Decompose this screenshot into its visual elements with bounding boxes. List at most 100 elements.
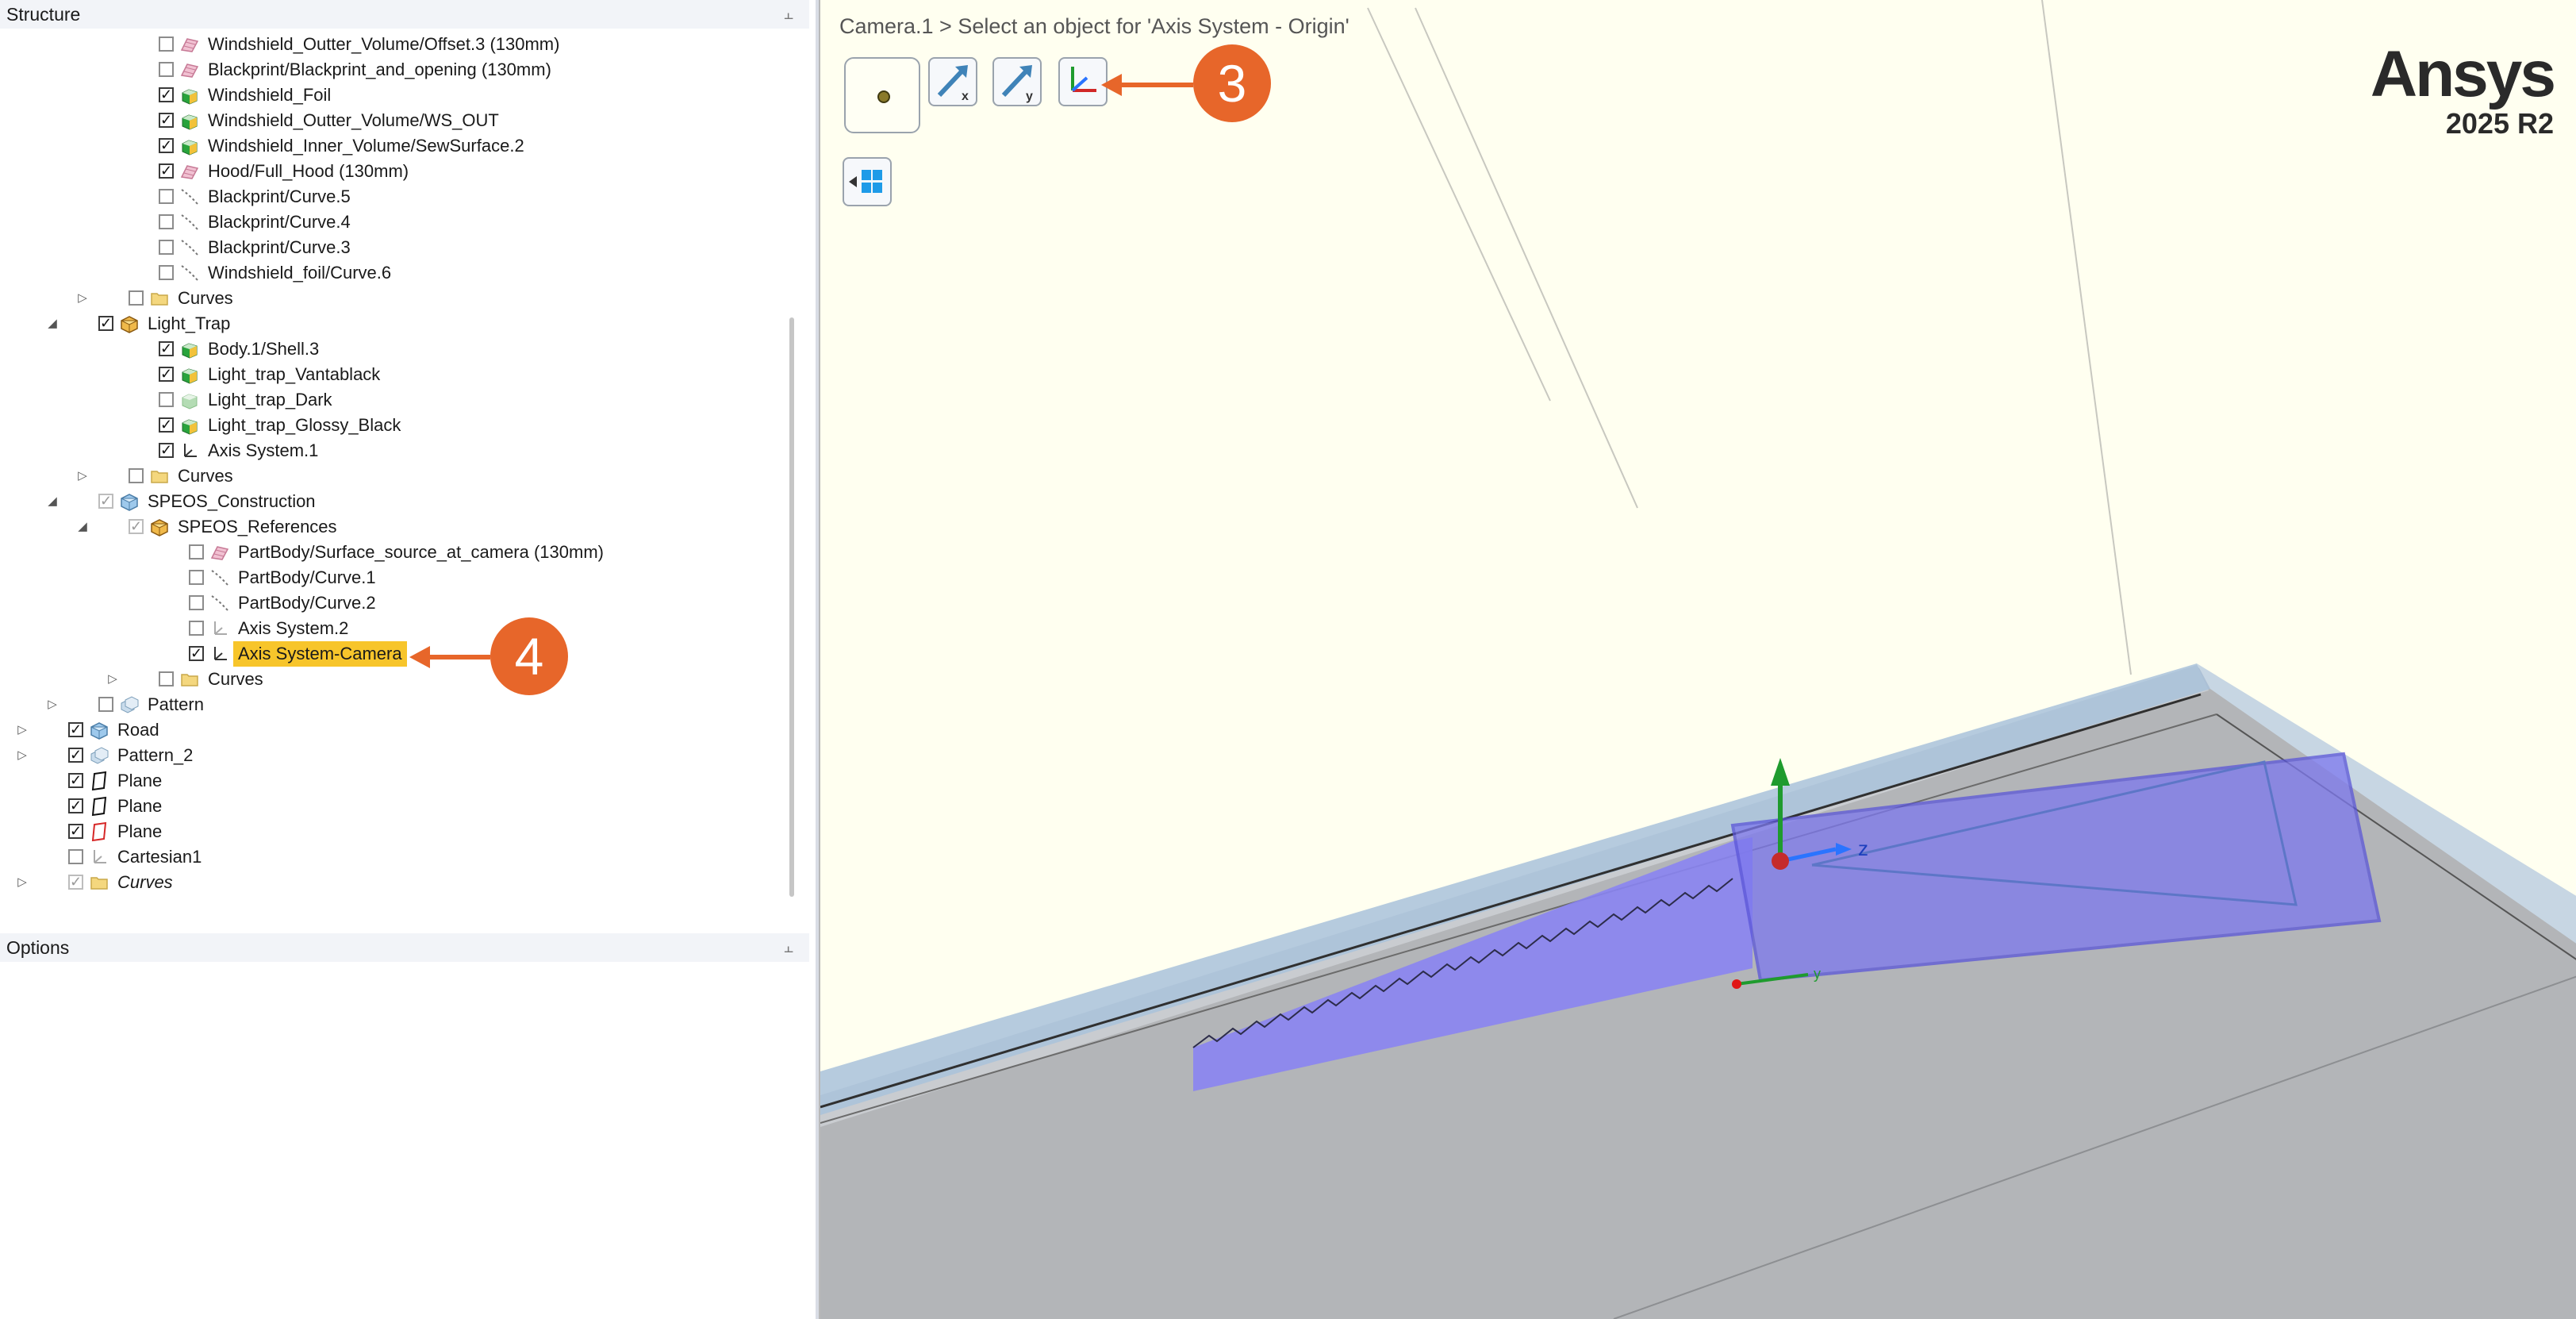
component-icon — [149, 517, 170, 537]
visibility-checkbox[interactable]: ✓ — [68, 824, 83, 839]
visibility-checkbox[interactable]: ✓ — [189, 646, 204, 661]
construction-line — [1367, 7, 1551, 402]
axis-system-tool-button[interactable] — [1058, 57, 1108, 106]
visibility-checkbox[interactable]: ✓ — [68, 875, 83, 890]
visibility-checkbox[interactable]: ✓ — [68, 773, 83, 788]
tree-row[interactable]: ✓ Light_trap_Glossy_Black — [0, 413, 777, 438]
tree-row[interactable]: ✓ Windshield_Outter_Volume/WS_OUT — [0, 108, 777, 133]
tree-row[interactable]: ▷ ✓ Road — [0, 717, 777, 743]
camera-origin-point[interactable] — [1732, 979, 1741, 989]
tree-row[interactable]: Light_trap_Dark — [0, 387, 777, 413]
tree-row[interactable]: ▷ Curves — [0, 667, 777, 692]
visibility-checkbox[interactable] — [159, 240, 174, 255]
pin-icon[interactable]: ⫠ — [784, 0, 793, 29]
visibility-checkbox[interactable] — [159, 265, 174, 280]
visibility-checkbox[interactable] — [129, 290, 144, 306]
visibility-checkbox[interactable]: ✓ — [68, 748, 83, 763]
visibility-checkbox[interactable] — [189, 595, 204, 610]
tree-row[interactable]: Axis System.2 — [0, 616, 777, 641]
visibility-checkbox[interactable]: ✓ — [159, 367, 174, 382]
tree-item-label: PartBody/Curve.1 — [238, 567, 376, 587]
expand-arrow-icon[interactable]: ▷ — [76, 286, 89, 311]
origin-point-tool-button[interactable] — [844, 57, 920, 133]
tree-row[interactable]: ▷ Curves — [0, 463, 777, 489]
tree-row[interactable]: ✓ Windshield_Foil — [0, 83, 777, 108]
collapse-arrow-icon[interactable]: ◢ — [46, 489, 59, 514]
tree-row[interactable]: ✓ Body.1/Shell.3 — [0, 336, 777, 362]
tree-row[interactable]: PartBody/Curve.1 — [0, 565, 777, 590]
tree-item-label: Pattern — [148, 694, 204, 714]
tree-scrollbar[interactable] — [789, 317, 794, 897]
visibility-checkbox[interactable] — [159, 392, 174, 407]
tree-row[interactable]: Blackprint/Curve.3 — [0, 235, 777, 260]
visibility-checkbox[interactable] — [189, 570, 204, 585]
tree-row[interactable]: ▷ Curves — [0, 286, 777, 311]
expand-arrow-icon[interactable]: ▷ — [76, 463, 89, 489]
expand-arrow-icon[interactable]: ▷ — [106, 667, 119, 692]
visibility-checkbox[interactable] — [159, 214, 174, 229]
tree-row[interactable]: ▷ ✓ Pattern_2 — [0, 743, 777, 768]
visibility-checkbox[interactable]: ✓ — [68, 722, 83, 737]
tree-row[interactable]: ✓ Axis System-Camera — [0, 641, 777, 667]
3d-viewport[interactable]: z y Camera.1 > Select an object for 'Axi… — [819, 0, 2576, 1319]
tree-row[interactable]: Blackprint/Curve.4 — [0, 210, 777, 235]
visibility-checkbox[interactable]: ✓ — [129, 519, 144, 534]
x-direction-tool-button[interactable]: x — [928, 57, 977, 106]
tree-item-label: Curves — [178, 288, 233, 308]
visibility-checkbox[interactable]: ✓ — [159, 138, 174, 153]
expand-arrow-icon[interactable]: ▷ — [16, 717, 29, 743]
visibility-checkbox[interactable]: ✓ — [98, 316, 113, 331]
expand-arrow-icon[interactable]: ▷ — [16, 743, 29, 768]
visibility-checkbox[interactable] — [159, 62, 174, 77]
y-direction-tool-button[interactable]: y — [992, 57, 1042, 106]
tree-row[interactable]: Windshield_Outter_Volume/Offset.3 (130mm… — [0, 32, 777, 57]
visibility-checkbox[interactable]: ✓ — [159, 443, 174, 458]
visibility-checkbox[interactable] — [159, 189, 174, 204]
tree-row[interactable]: ✓ Light_trap_Vantablack — [0, 362, 777, 387]
visibility-checkbox[interactable] — [159, 671, 174, 686]
visibility-checkbox[interactable]: ✓ — [68, 798, 83, 813]
tree-row[interactable]: Blackprint/Blackprint_and_opening (130mm… — [0, 57, 777, 83]
tree-row[interactable]: ◢ ✓ Light_Trap — [0, 311, 777, 336]
tree-row[interactable]: ◢ ✓ SPEOS_Construction — [0, 489, 777, 514]
tree-row[interactable]: ✓ Plane — [0, 768, 777, 794]
expand-arrow-icon[interactable]: ▷ — [46, 692, 59, 717]
visibility-checkbox[interactable]: ✓ — [159, 163, 174, 179]
collapse-arrow-icon[interactable]: ◢ — [76, 514, 89, 540]
options-pin-icon[interactable]: ⫠ — [784, 933, 793, 962]
tree-row[interactable]: PartBody/Curve.2 — [0, 590, 777, 616]
tree-row[interactable]: Blackprint/Curve.5 — [0, 184, 777, 210]
tree-row[interactable]: ◢ ✓ SPEOS_References — [0, 514, 777, 540]
tree-row[interactable]: ✓ Plane — [0, 819, 777, 844]
solid-green-icon — [179, 339, 200, 360]
callout-4: 4 — [490, 617, 568, 695]
tree-row[interactable]: ✓ Hood/Full_Hood (130mm) — [0, 159, 777, 184]
visibility-checkbox[interactable]: ✓ — [159, 113, 174, 128]
visibility-checkbox[interactable]: ✓ — [159, 87, 174, 102]
visibility-checkbox[interactable] — [159, 37, 174, 52]
curve-icon — [179, 212, 200, 233]
tree-item-label: Windshield_Inner_Volume/SewSurface.2 — [208, 136, 524, 156]
visibility-checkbox[interactable]: ✓ — [159, 417, 174, 433]
visibility-checkbox[interactable] — [189, 544, 204, 560]
collapse-arrow-icon[interactable]: ◢ — [46, 311, 59, 336]
visibility-checkbox[interactable] — [98, 697, 113, 712]
tree-row[interactable]: ✓ Plane — [0, 794, 777, 819]
3d-scene[interactable]: z y — [820, 0, 2576, 1319]
visibility-checkbox[interactable]: ✓ — [98, 494, 113, 509]
visibility-checkbox[interactable] — [129, 468, 144, 483]
split-view-tool-button[interactable] — [843, 157, 892, 206]
tree-row[interactable]: Windshield_foil/Curve.6 — [0, 260, 777, 286]
visibility-checkbox[interactable] — [68, 849, 83, 864]
tree-row[interactable]: Cartesian1 — [0, 844, 777, 870]
tree-row[interactable]: ▷ ✓ Curves — [0, 870, 777, 895]
tree-row[interactable]: ▷ Pattern — [0, 692, 777, 717]
visibility-checkbox[interactable] — [189, 621, 204, 636]
surface-pink-icon — [179, 60, 200, 80]
axis-origin[interactable] — [1772, 852, 1789, 870]
expand-arrow-icon[interactable]: ▷ — [16, 870, 29, 895]
tree-row[interactable]: PartBody/Surface_source_at_camera (130mm… — [0, 540, 777, 565]
tree-row[interactable]: ✓ Windshield_Inner_Volume/SewSurface.2 — [0, 133, 777, 159]
visibility-checkbox[interactable]: ✓ — [159, 341, 174, 356]
tree-row[interactable]: ✓ Axis System.1 — [0, 438, 777, 463]
